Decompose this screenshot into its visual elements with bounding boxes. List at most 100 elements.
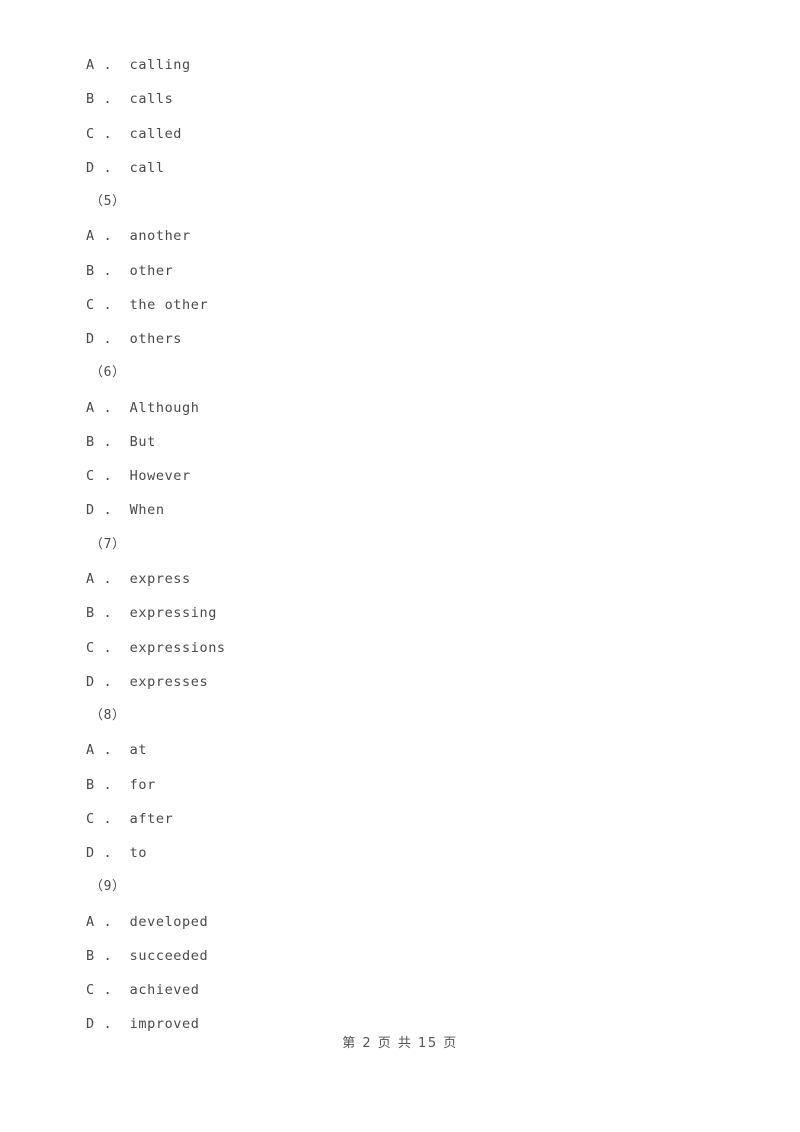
option-separator: . [94,433,130,450]
option-separator: . [94,845,130,862]
question-number: （6） [90,365,126,381]
answer-option[interactable]: B . calls [86,82,726,116]
answer-option[interactable]: B . expressing [86,596,726,630]
option-separator: . [94,673,130,690]
option-text: calling [129,57,191,73]
option-text: developed [129,913,209,930]
option-letter: C [86,982,95,999]
answer-option[interactable]: B . succeeded [86,939,726,973]
answer-option[interactable]: B . But [86,425,726,459]
answer-option[interactable]: D . When [86,493,726,527]
option-text: call [129,159,165,176]
exam-paper-page: A . calling B . calls C . called D . call （5… [0,0,800,1132]
option-text: But [129,433,156,450]
option-letter: A [86,57,95,73]
option-separator: . [94,262,130,279]
question-number: （7） [90,536,126,552]
option-separator: . [94,639,130,656]
option-separator: . [94,982,130,999]
option-letter: B [86,433,95,450]
answer-option[interactable]: C . However [86,459,726,493]
option-text: at [129,742,148,759]
option-letter: C [86,296,95,313]
option-text: express [129,570,191,587]
option-text: calls [129,91,174,108]
option-separator: . [94,810,130,827]
question-number: （9） [90,879,126,895]
question-number: （8） [90,708,126,724]
option-letter: A [86,570,95,587]
answer-option[interactable]: B . other [86,254,726,288]
option-separator: . [94,159,130,176]
option-letter: C [86,125,95,142]
option-separator: . [94,913,130,930]
question-number: （5） [90,194,126,210]
answer-option[interactable]: A . developed [86,905,726,939]
option-text: others [129,331,183,348]
option-separator: . [94,125,130,142]
option-text: to [129,845,148,862]
option-text: the other [129,296,209,313]
answer-option[interactable]: C . expressions [86,631,726,665]
option-letter: C [86,468,95,485]
option-text: expressions [129,639,226,656]
option-letter: C [86,810,95,827]
option-letter: B [86,947,95,964]
option-separator: . [94,399,130,416]
answer-option[interactable]: D . call [86,151,726,185]
option-separator: . [94,91,130,108]
option-separator: . [94,296,130,313]
answer-option[interactable]: D . expresses [86,665,726,699]
answer-option[interactable]: C . after [86,802,726,836]
answer-option[interactable]: C . achieved [86,973,726,1007]
option-letter: D [86,673,95,690]
option-letter: D [86,502,95,519]
answer-option[interactable]: D . to [86,836,726,870]
option-text: Although [129,399,200,416]
option-text: succeeded [129,947,209,964]
option-separator: . [94,570,130,587]
answer-option[interactable]: D . others [86,322,726,356]
option-text: other [129,262,174,279]
option-text: improved [129,1016,200,1033]
option-text: However [129,468,191,485]
option-separator: . [94,502,130,519]
option-letter: D [86,331,95,348]
option-separator: . [94,605,130,622]
answer-option[interactable]: A . another [86,219,726,253]
option-letter: B [86,776,95,793]
option-text: called [129,125,183,142]
answer-option[interactable]: C . the other [86,288,726,322]
option-letter: B [86,91,95,108]
question-list: A . calling B . calls C . called D . call （5… [86,48,726,1042]
option-text: expressing [129,605,217,622]
option-text: achieved [129,982,200,999]
option-text: expresses [129,673,209,690]
answer-option[interactable]: A . at [86,733,726,767]
option-separator: . [94,468,130,485]
option-text: for [129,776,156,793]
option-separator: . [94,331,130,348]
option-letter: A [86,742,95,759]
option-separator: . [94,742,130,759]
option-letter: D [86,159,95,176]
option-text: another [129,228,191,245]
answer-option[interactable]: A . Although [86,391,726,425]
option-letter: D [86,1016,95,1033]
answer-option[interactable]: A . calling [86,48,726,82]
option-letter: C [86,639,95,656]
option-letter: A [86,399,95,416]
option-separator: . [94,228,130,245]
answer-option[interactable]: B . for [86,768,726,802]
option-separator: . [94,947,130,964]
answer-option[interactable]: A . express [86,562,726,596]
option-letter: B [86,262,95,279]
option-letter: A [86,913,95,930]
option-text: after [129,810,174,827]
option-separator: . [94,776,130,793]
option-letter: A [86,228,95,245]
page-footer: 第 2 页 共 15 页 [342,1036,458,1051]
option-letter: B [86,605,95,622]
option-separator: . [94,57,130,73]
answer-option[interactable]: C . called [86,117,726,151]
